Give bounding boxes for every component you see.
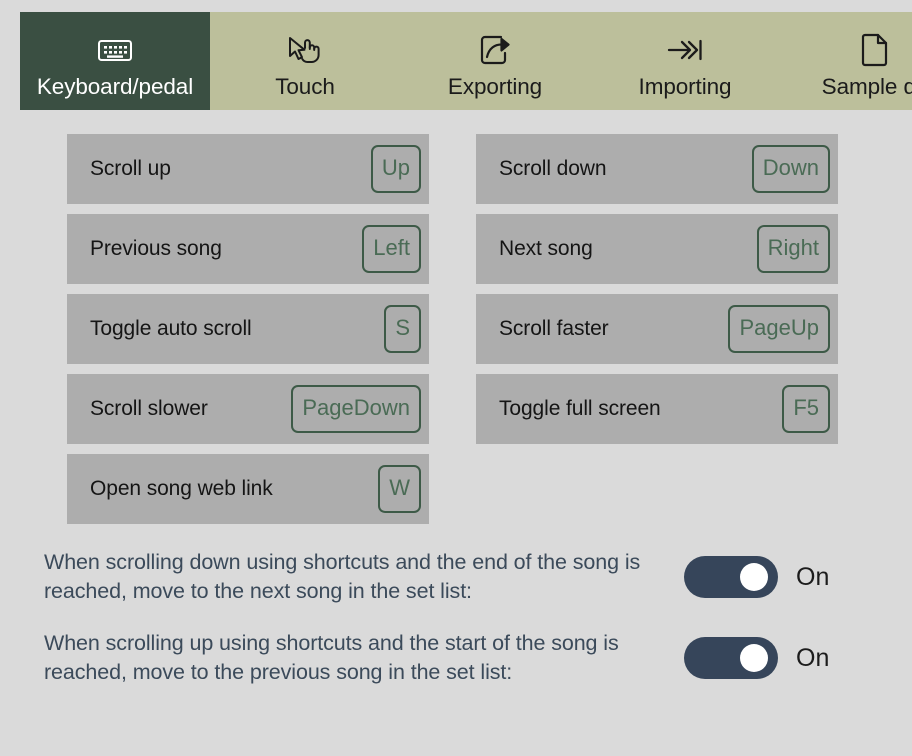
shortcut-row[interactable]: Toggle auto scroll S: [67, 294, 429, 364]
tab-exporting[interactable]: Exporting: [400, 12, 590, 110]
export-share-icon: [478, 30, 512, 70]
tab-touch[interactable]: Touch: [210, 12, 400, 110]
import-arrow-icon: [666, 30, 704, 70]
keyboard-icon: [97, 30, 133, 70]
setting-row-scroll-down-next-song: When scrolling down using shortcuts and …: [44, 548, 894, 606]
tab-sample-data[interactable]: Sample da: [780, 12, 912, 110]
shortcut-action-label: Open song web link: [90, 477, 273, 500]
document-page-icon: [861, 30, 889, 70]
shortcut-row[interactable]: Scroll up Up: [67, 134, 429, 204]
shortcut-row[interactable]: Toggle full screen F5: [476, 374, 838, 444]
shortcut-action-label: Scroll slower: [90, 397, 208, 420]
shortcut-row[interactable]: Next song Right: [476, 214, 838, 284]
shortcut-row[interactable]: Scroll faster PageUp: [476, 294, 838, 364]
touch-pointer-icon: [285, 30, 325, 70]
shortcut-action-label: Previous song: [90, 237, 222, 260]
shortcut-row[interactable]: Previous song Left: [67, 214, 429, 284]
shortcut-action-label: Scroll up: [90, 157, 171, 180]
shortcut-keycap[interactable]: Right: [756, 225, 830, 273]
shortcut-row[interactable]: Scroll down Down: [476, 134, 838, 204]
tab-label: Exporting: [447, 74, 543, 99]
shortcut-keycap[interactable]: Up: [370, 145, 421, 193]
shortcut-keycap[interactable]: PageDown: [291, 385, 421, 433]
tab-label: Keyboard/pedal: [36, 74, 194, 99]
shortcut-action-label: Toggle auto scroll: [90, 317, 252, 340]
toggle-scroll-up-previous-song[interactable]: [684, 637, 778, 679]
toggle-knob: [740, 644, 768, 672]
shortcut-action-label: Scroll faster: [499, 317, 609, 340]
shortcut-keycap[interactable]: F5: [782, 385, 830, 433]
shortcut-column-right: Scroll down Down Next song Right Scroll …: [476, 134, 838, 454]
tab-keyboard-pedal[interactable]: Keyboard/pedal: [20, 12, 210, 110]
tab-label: Touch: [275, 74, 335, 99]
settings-section: When scrolling down using shortcuts and …: [44, 548, 894, 710]
toggle-state-label: On: [796, 562, 830, 591]
setting-description: When scrolling up using shortcuts and th…: [44, 631, 619, 684]
tab-importing[interactable]: Importing: [590, 12, 780, 110]
setting-description: When scrolling down using shortcuts and …: [44, 550, 641, 603]
shortcut-column-left: Scroll up Up Previous song Left Toggle a…: [67, 134, 429, 534]
shortcut-keycap[interactable]: Down: [751, 145, 830, 193]
shortcut-row[interactable]: Open song web link W: [67, 454, 429, 524]
shortcut-row[interactable]: Scroll slower PageDown: [67, 374, 429, 444]
toggle-knob: [740, 563, 768, 591]
shortcut-action-label: Next song: [499, 237, 593, 260]
shortcut-keycap[interactable]: W: [378, 465, 421, 513]
toggle-state-label: On: [796, 643, 830, 672]
shortcut-keycap[interactable]: PageUp: [728, 305, 830, 353]
shortcut-keycap[interactable]: S: [384, 305, 421, 353]
tab-label: Sample da: [821, 74, 912, 99]
tab-label: Importing: [638, 74, 732, 99]
shortcut-action-label: Scroll down: [499, 157, 607, 180]
shortcut-keycap[interactable]: Left: [362, 225, 421, 273]
shortcut-action-label: Toggle full screen: [499, 397, 661, 420]
toggle-scroll-down-next-song[interactable]: [684, 556, 778, 598]
shortcut-grid: Scroll up Up Previous song Left Toggle a…: [0, 134, 912, 534]
tab-bar: Keyboard/pedal Touch Exporting Importing…: [20, 12, 912, 110]
setting-row-scroll-up-previous-song: When scrolling up using shortcuts and th…: [44, 629, 894, 687]
